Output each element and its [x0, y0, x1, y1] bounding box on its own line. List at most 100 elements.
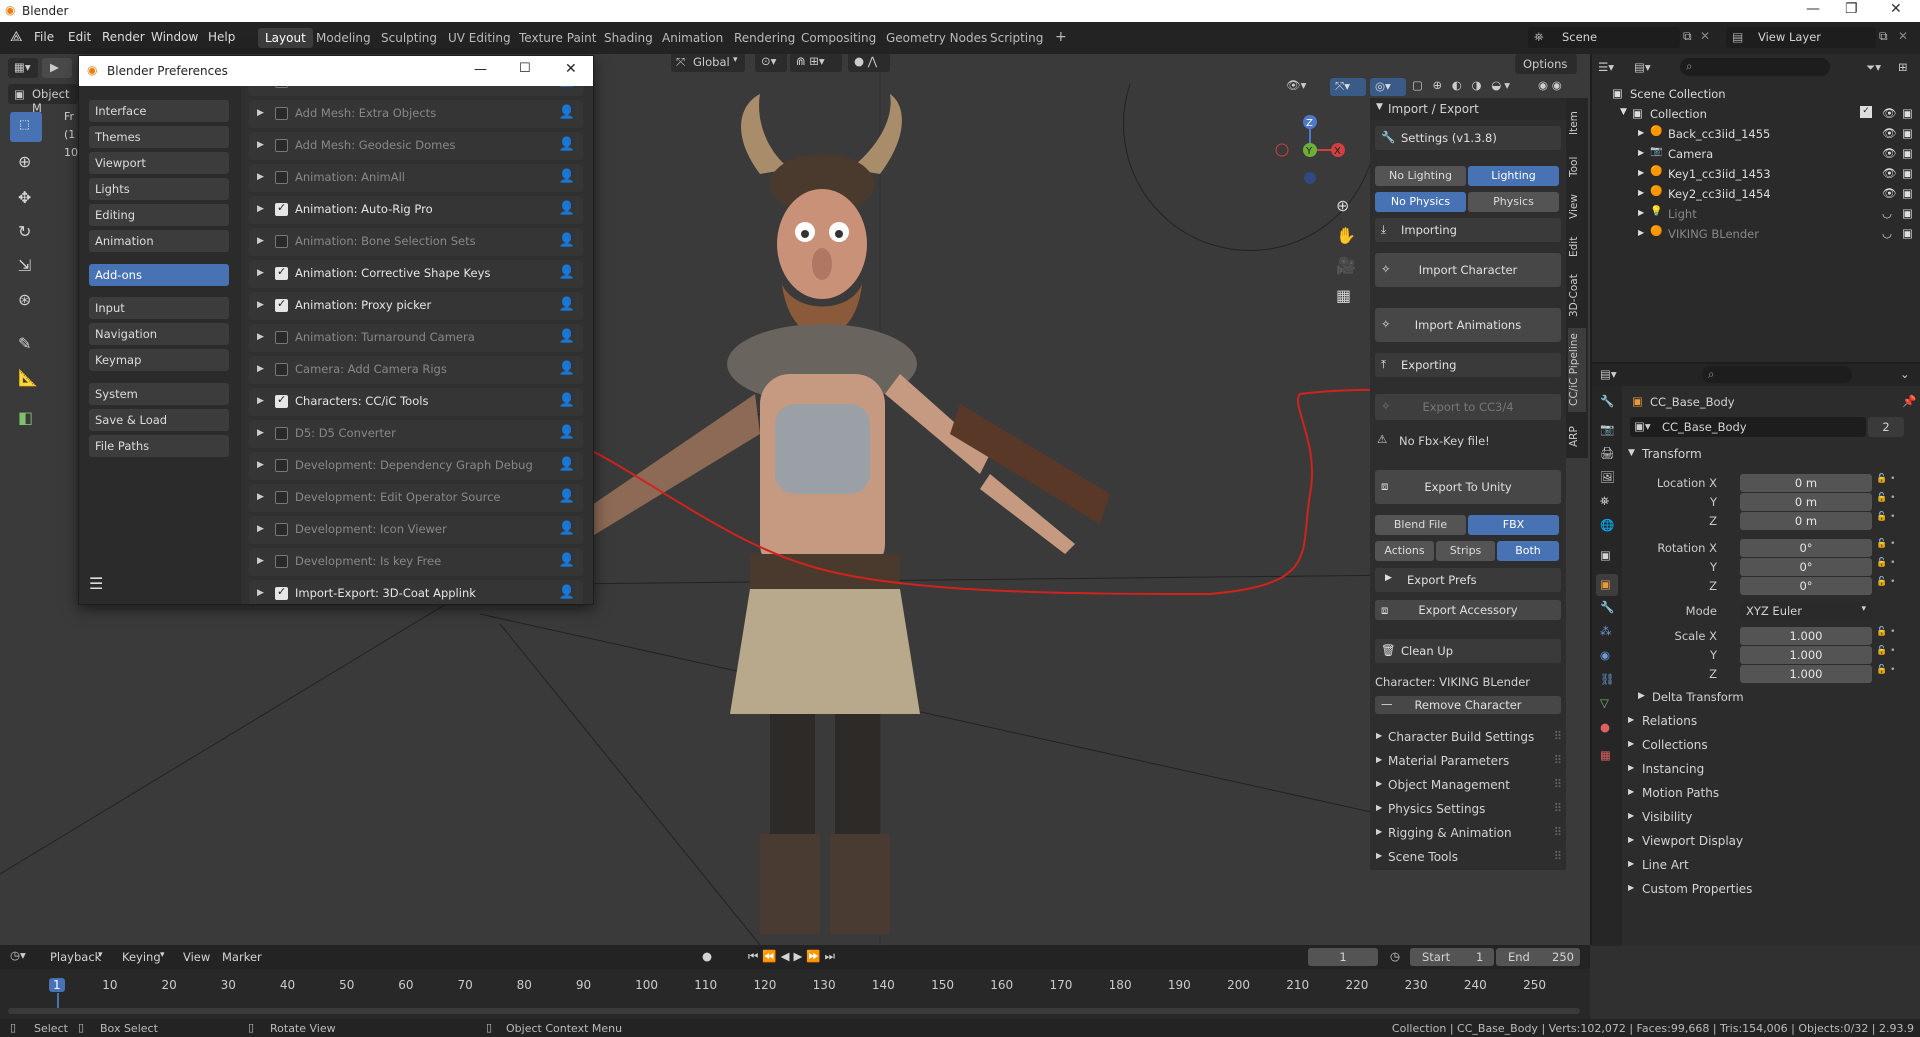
expand-arrow-icon[interactable]: ▶: [1638, 208, 1644, 217]
drag-handle-icon[interactable]: ⠿: [1554, 729, 1562, 743]
addon-enable-checkbox[interactable]: [275, 297, 288, 312]
lock-icon[interactable]: 🔓 •: [1876, 665, 1895, 675]
expand-arrow-icon[interactable]: ▶: [257, 524, 264, 534]
importing-section[interactable]: ⤓ Importing: [1375, 218, 1561, 242]
addon-row[interactable]: ▶ Development: Dependency Graph Debug 👤: [249, 452, 583, 480]
expand-arrow-icon[interactable]: ▶: [1638, 128, 1644, 137]
outliner-item[interactable]: ▶ 🟠 Key1_cc3iid_1453 👁 ▣: [1592, 164, 1920, 184]
view-layer-tab-icon[interactable]: 🖼: [1600, 470, 1615, 484]
fbx-toggle[interactable]: FBX: [1468, 515, 1559, 535]
addon-enable-checkbox[interactable]: [275, 363, 288, 376]
expand-arrow-icon[interactable]: ▶: [257, 300, 264, 310]
lock-icon[interactable]: 🔓 •: [1876, 558, 1895, 568]
outliner-collection[interactable]: ▼ ▣ Collection ✓ 👁 ▣: [1592, 104, 1920, 124]
strips-toggle[interactable]: Strips: [1436, 541, 1495, 561]
menu-help[interactable]: Help: [208, 30, 235, 44]
drag-handle-icon[interactable]: ⠿: [1554, 753, 1562, 767]
addon-enable-checkbox[interactable]: [275, 393, 288, 408]
expand-arrow-icon[interactable]: ▶: [257, 108, 264, 118]
expand-arrow-icon[interactable]: ▶: [257, 364, 264, 374]
tab-shading[interactable]: Shading: [597, 28, 660, 48]
eye-icon[interactable]: 👁: [1882, 166, 1897, 180]
addon-row[interactable]: ▶ Animation: Proxy picker 👤: [249, 292, 583, 320]
delta-transform-header[interactable]: ▶ Delta Transform: [1638, 688, 1908, 708]
new-view-layer-icon[interactable]: ⧉: [1879, 29, 1888, 44]
tab-animation[interactable]: Animation: [655, 28, 730, 48]
addon-enable-checkbox[interactable]: [275, 427, 288, 440]
addon-row[interactable]: ▶ Animation: Corrective Shape Keys 👤: [249, 260, 583, 288]
addon-enable-checkbox[interactable]: [275, 86, 288, 88]
exporting-section[interactable]: ⤒ Exporting: [1375, 353, 1561, 377]
sidebar-tab[interactable]: View: [1568, 190, 1586, 224]
lighting-toggle[interactable]: Lighting: [1468, 166, 1559, 186]
remove-character-button[interactable]: — Remove Character: [1375, 696, 1561, 714]
drag-handle-icon[interactable]: ⠿: [1554, 777, 1562, 791]
sidebar-tab[interactable]: Item: [1568, 104, 1586, 142]
addon-row[interactable]: ▶ Development: Is key Free 👤: [249, 548, 583, 576]
location-y-field[interactable]: 0 m: [1740, 493, 1872, 511]
lock-icon[interactable]: 🔓 •: [1876, 577, 1895, 587]
physics-toggle[interactable]: Physics: [1468, 192, 1559, 212]
lock-icon[interactable]: 🔓 •: [1876, 512, 1895, 522]
expand-arrow-icon[interactable]: ▶: [257, 236, 264, 246]
addon-row[interactable]: ▶ Animation: Turnaround Camera 👤: [249, 324, 583, 352]
modifier-tab-icon[interactable]: 🔧: [1600, 600, 1614, 614]
tab-texture-paint[interactable]: Texture Paint: [512, 28, 603, 48]
clean-up-section[interactable]: 🗑 Clean Up: [1375, 639, 1561, 663]
property-section-header[interactable]: ▶ Instancing: [1622, 758, 1920, 780]
no-physics-toggle[interactable]: No Physics: [1375, 192, 1466, 212]
filter-icon[interactable]: ⏷▾: [1866, 60, 1881, 75]
rotation-x-field[interactable]: 0°: [1740, 539, 1872, 557]
scale-y-field[interactable]: 1.000: [1740, 646, 1872, 664]
drag-handle-icon[interactable]: ⠿: [1554, 801, 1562, 815]
addon-enable-checkbox[interactable]: [275, 491, 288, 504]
expand-arrow-icon[interactable]: ▶: [257, 556, 264, 566]
outliner-search-input[interactable]: ⌕: [1680, 58, 1830, 76]
pipeline-section-header[interactable]: ▶ Character Build Settings ⠿: [1370, 726, 1566, 748]
expand-arrow-icon[interactable]: ▶: [1638, 188, 1644, 197]
user-count[interactable]: 2: [1868, 417, 1904, 437]
expand-arrow-icon[interactable]: ▶: [1638, 228, 1644, 237]
property-section-header[interactable]: ▶ Collections: [1622, 734, 1920, 756]
tab-rendering[interactable]: Rendering: [727, 28, 802, 48]
addon-row[interactable]: ▶ Animation: AnimAll 👤: [249, 164, 583, 192]
addon-row[interactable]: ▶ Camera: Add Camera Rigs 👤: [249, 356, 583, 384]
menu-file[interactable]: File: [34, 30, 54, 44]
expand-arrow-icon[interactable]: ▶: [257, 204, 264, 214]
blender-menu-icon[interactable]: ⟁: [10, 29, 23, 45]
eye-icon[interactable]: 👁: [1882, 126, 1897, 140]
addon-enable-checkbox[interactable]: [275, 523, 288, 536]
addon-row[interactable]: ▶ Animation: Auto-Rig Pro 👤: [249, 196, 583, 224]
both-toggle[interactable]: Both: [1497, 541, 1559, 561]
tab-scripting[interactable]: Scripting: [983, 28, 1050, 48]
property-section-header[interactable]: ▶ Viewport Display: [1622, 830, 1920, 852]
addon-enable-checkbox[interactable]: [275, 459, 288, 472]
drag-handle-icon[interactable]: ⠿: [1554, 825, 1562, 839]
expand-arrow-icon[interactable]: ▶: [257, 492, 264, 502]
tool-tab-icon[interactable]: 🔧: [1600, 394, 1614, 408]
lock-icon[interactable]: 🔓 •: [1876, 646, 1895, 656]
camera-render-icon[interactable]: ▣: [1902, 146, 1913, 160]
eye-icon[interactable]: ◡: [1882, 226, 1892, 240]
settings-panel[interactable]: 🔧 Settings (v1.3.8): [1375, 126, 1561, 150]
outliner-item[interactable]: ▶ 🟠 Back_cc3iid_1455 👁 ▣: [1592, 124, 1920, 144]
timeline-scrollbar[interactable]: [8, 1008, 1580, 1014]
pipeline-section-header[interactable]: ▶ Physics Settings ⠿: [1370, 798, 1566, 820]
addon-enable-checkbox[interactable]: [275, 585, 288, 600]
delete-scene-icon[interactable]: ✕: [1700, 29, 1710, 43]
pin-icon[interactable]: 📌: [1902, 394, 1916, 408]
addon-row[interactable]: ▶ Add Mesh: Extra Objects 👤: [249, 100, 583, 128]
material-tab-icon[interactable]: ●: [1600, 720, 1610, 734]
addon-row[interactable]: ▶ Characters: CC/iC Tools 👤: [249, 388, 583, 416]
physics-tab-icon[interactable]: ◉: [1600, 648, 1610, 662]
property-section-header[interactable]: ▶ Line Art: [1622, 854, 1920, 876]
expand-arrow-icon[interactable]: ▶: [1638, 148, 1644, 157]
sidebar-tab[interactable]: CC/iC Pipeline: [1568, 328, 1586, 412]
collection-checkbox[interactable]: ✓: [1860, 106, 1872, 118]
outliner-scene-collection[interactable]: ▣ Scene Collection: [1592, 84, 1920, 104]
outliner-item[interactable]: ▶ 🟠 VIKING BLender ◡ ▣: [1592, 224, 1920, 244]
import-export-header[interactable]: ▼ Import / Export: [1370, 98, 1566, 120]
camera-render-icon[interactable]: ▣: [1902, 186, 1913, 200]
properties-search-input[interactable]: ⌕: [1702, 366, 1852, 383]
property-section-header[interactable]: ▶ Motion Paths: [1622, 782, 1920, 804]
